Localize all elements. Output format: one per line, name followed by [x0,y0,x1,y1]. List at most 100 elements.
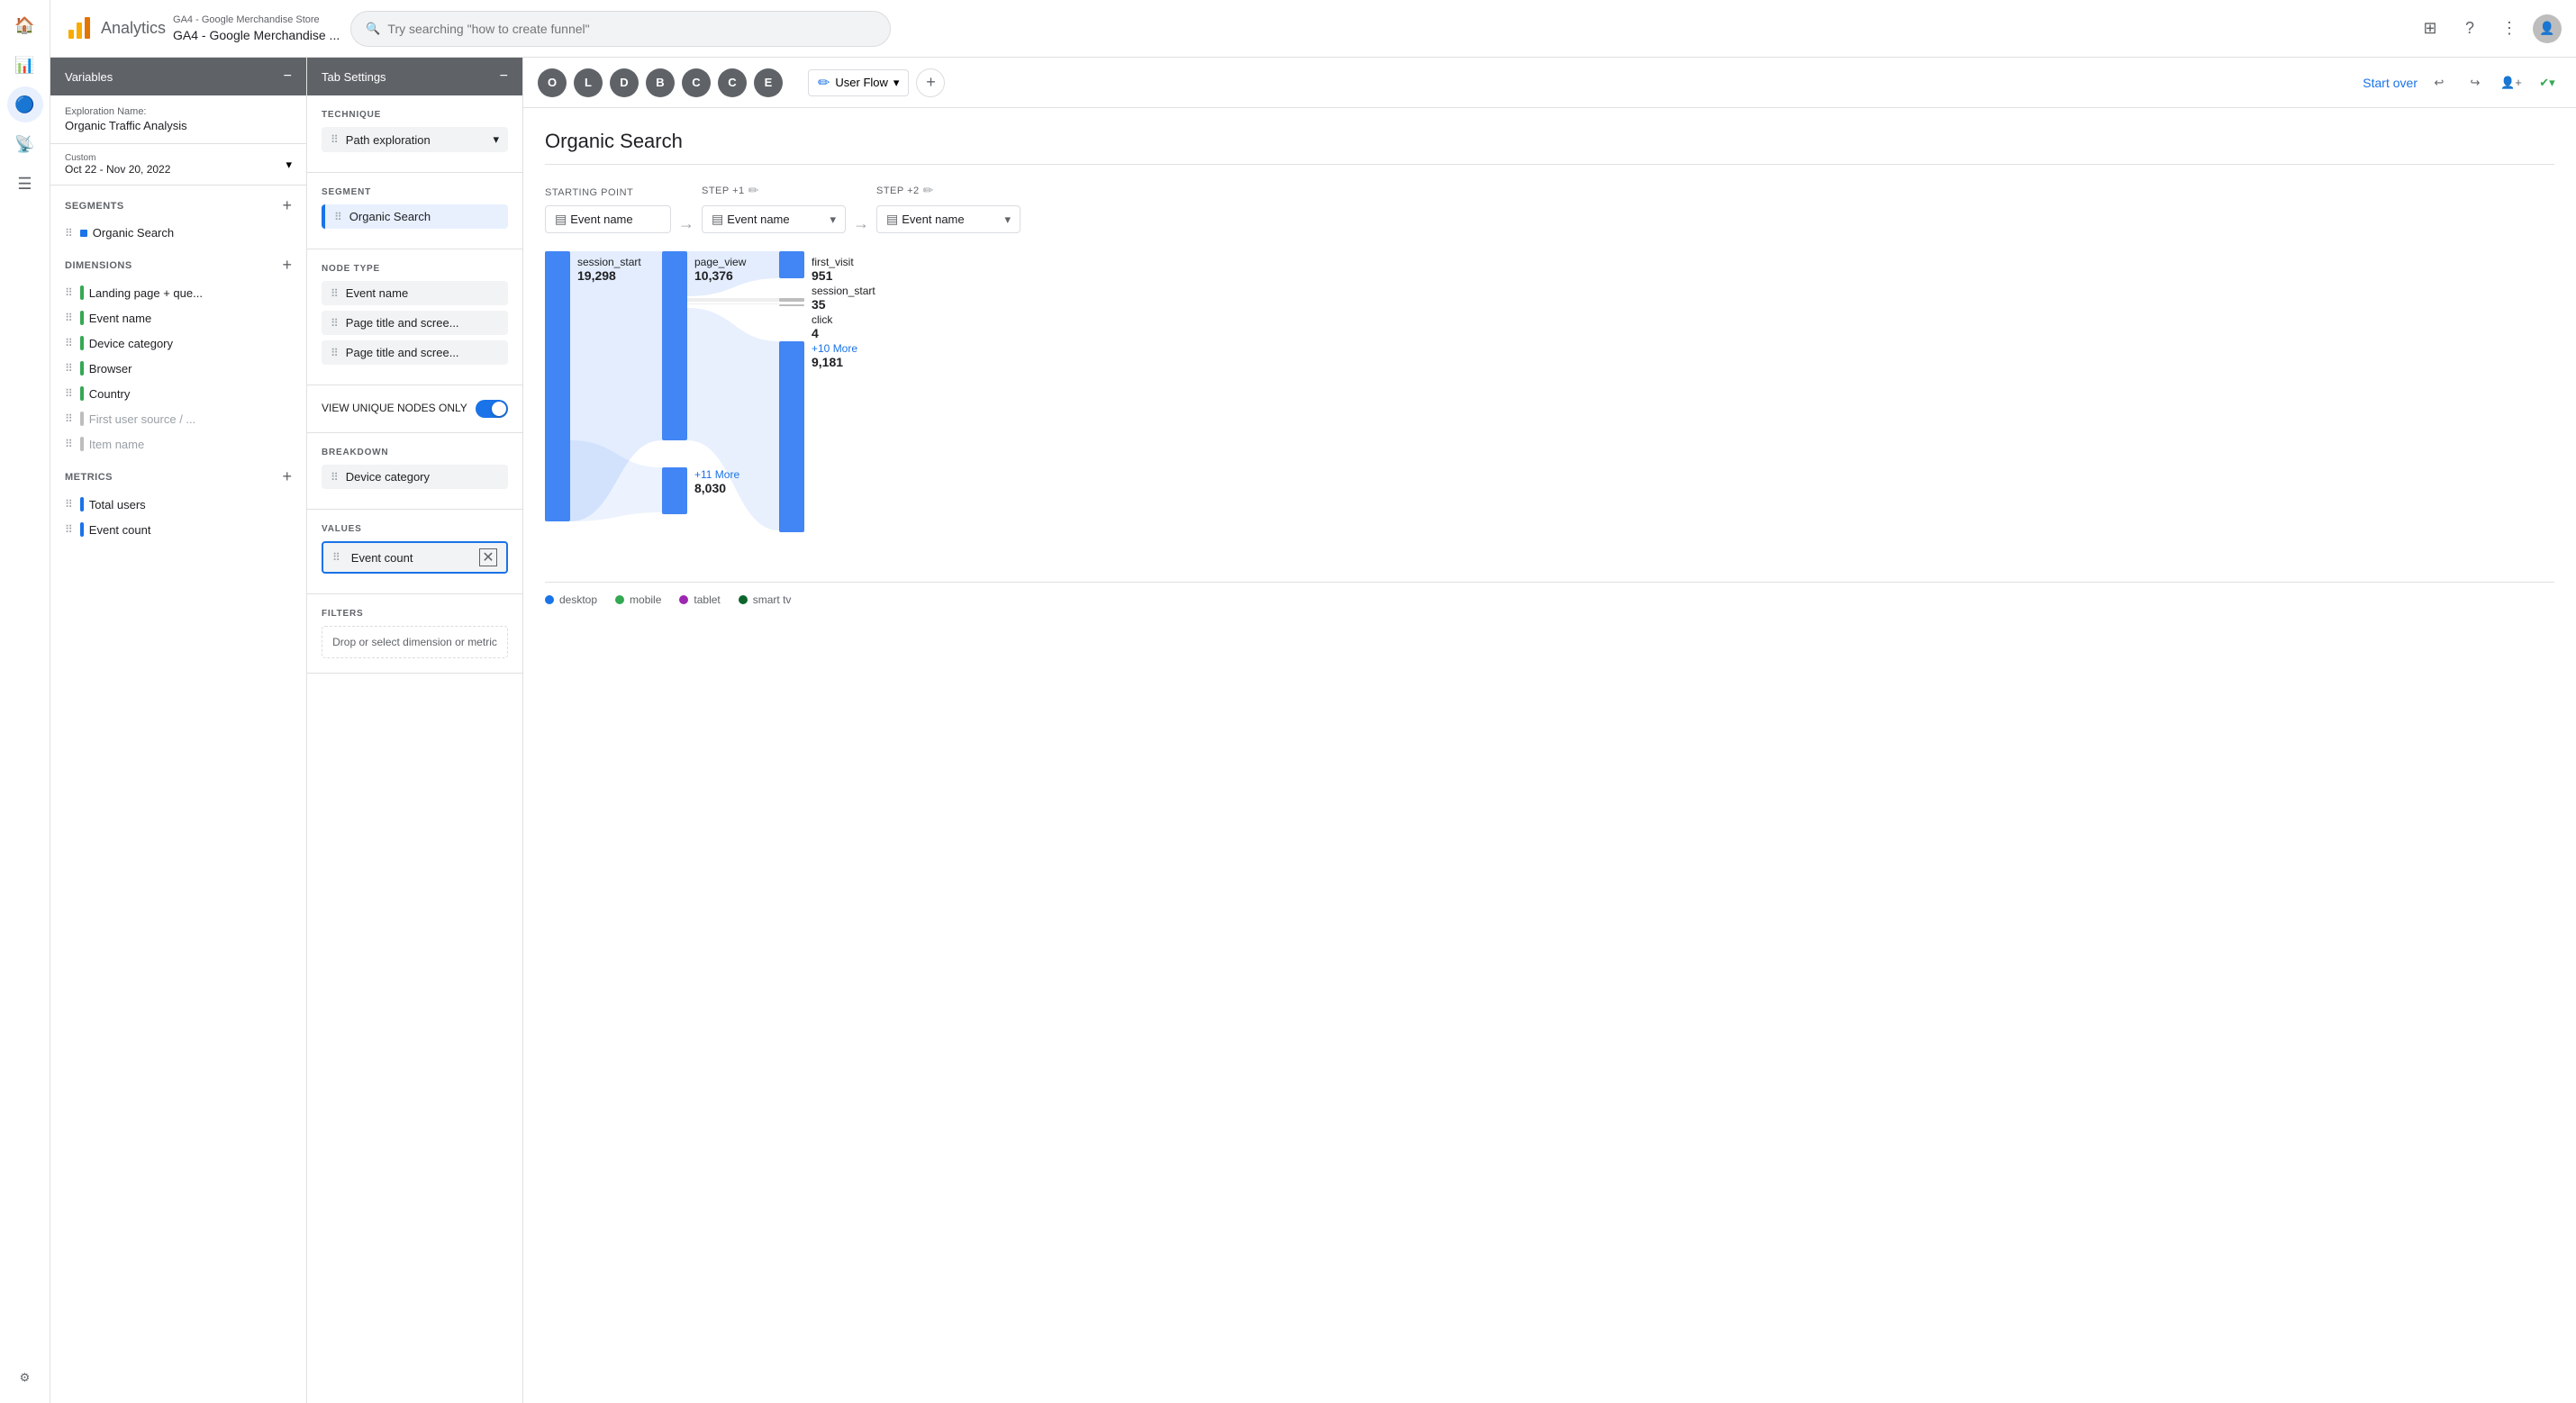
nav-reports-icon[interactable]: 📊 [7,47,43,83]
nav-lists-icon[interactable]: ☰ [7,166,43,202]
metric-event-count[interactable]: ⠿ Event count [50,517,306,542]
dimension-name: Country [89,387,131,401]
add-tab-button[interactable]: + [916,68,945,97]
view-unique-toggle[interactable] [476,400,508,418]
segments-add-icon[interactable]: + [282,196,292,215]
legend-dot-tablet [679,595,688,604]
collab-avatar-L[interactable]: L [574,68,603,97]
step1-edit-icon[interactable]: ✏ [748,183,759,198]
step1-bar-pageview[interactable] [662,251,687,440]
dimension-item-name[interactable]: ⠿ Item name [50,431,306,457]
node-type-page-title-2[interactable]: ⠿ Page title and scree... [322,340,508,365]
dimensions-add-icon[interactable]: + [282,256,292,275]
selector-icon: ▤ [555,212,567,227]
collab-avatar-C2[interactable]: C [718,68,747,97]
step1-label-more[interactable]: +11 More [694,468,739,481]
search-input[interactable] [387,22,875,36]
exploration-name-section: Exploration Name: Organic Traffic Analys… [50,95,306,144]
step1-dropdown-icon: ▾ [830,213,836,227]
metric-color-bar [80,497,84,511]
collab-avatar-D[interactable]: D [610,68,639,97]
segment-organic-search[interactable]: ⠿ Organic Search [50,221,306,245]
view-unique-label: VIEW UNIQUE NODES ONLY [322,402,467,416]
metrics-add-icon[interactable]: + [282,467,292,486]
chart-legend: desktop mobile tablet smart tv [545,582,2554,606]
dimension-country[interactable]: ⠿ Country [50,381,306,406]
technique-section: TECHNIQUE ⠿ Path exploration ▾ [307,95,522,173]
metrics-title: METRICS [65,472,113,483]
tab-name-selector[interactable]: ✏ User Flow ▾ [808,69,909,96]
step1-selector-label: Event name [727,213,789,226]
user-avatar[interactable]: 👤 [2533,14,2562,43]
tab-settings-minimize-icon[interactable]: − [500,68,508,85]
redo-icon[interactable]: ↪ [2461,68,2490,97]
variables-minimize-icon[interactable]: − [284,68,292,85]
undo-icon[interactable]: ↩ [2425,68,2454,97]
collab-avatar-C1[interactable]: C [682,68,711,97]
legend-label-mobile: mobile [630,593,661,606]
drag-handle-icon: ⠿ [65,286,73,299]
drag-handle-icon: ⠿ [65,523,73,536]
filters-drop-area[interactable]: Drop or select dimension or metric [322,626,508,658]
technique-dropdown[interactable]: ⠿ Path exploration ▾ [322,127,508,152]
dimension-landing-page[interactable]: ⠿ Landing page + que... [50,280,306,305]
tab-name-label: User Flow [835,76,888,89]
help-icon[interactable]: ? [2454,13,2486,45]
dimension-first-user-source[interactable]: ⠿ First user source / ... [50,406,306,431]
nav-home-icon[interactable]: 🏠 [7,7,43,43]
step2-selector[interactable]: ▤ Event name ▾ [876,205,1020,233]
add-user-icon[interactable]: 👤+ [2497,68,2526,97]
drag-handle-icon: ⠿ [331,133,339,146]
metric-name: Event count [89,523,151,537]
value-event-count-chip[interactable]: ⠿ Event count ✕ [322,541,508,574]
step2-label-more[interactable]: +10 More [812,342,857,355]
starting-point-label: STARTING POINT [545,187,633,198]
legend-dot-desktop [545,595,554,604]
nav-explore-icon[interactable]: 🔵 [7,86,43,122]
save-status-icon[interactable]: ✔▾ [2533,68,2562,97]
step2-bar-click[interactable] [779,304,804,306]
dimension-device-category[interactable]: ⠿ Device category [50,330,306,356]
tab-dropdown-icon: ▾ [893,76,900,90]
more-options-icon[interactable]: ⋮ [2493,13,2526,45]
step1-bar-more[interactable] [662,467,687,514]
dimension-event-name[interactable]: ⠿ Event name [50,305,306,330]
starting-point-selector[interactable]: ▤ Event name [545,205,671,233]
tab-settings-header: Tab Settings − [307,58,522,95]
flow-path-2c [687,303,779,304]
technique-dropdown-icon: ▾ [493,132,499,147]
dimensions-title: DIMENSIONS [65,260,132,271]
dimension-browser[interactable]: ⠿ Browser [50,356,306,381]
node-type-event-name[interactable]: ⠿ Event name [322,281,508,305]
apps-grid-icon[interactable]: ⊞ [2414,13,2446,45]
step1-column: STEP +1 ✏ ▤ Event name ▾ [702,183,846,233]
drag-handle-icon: ⠿ [331,347,339,359]
step2-column: STEP +2 ✏ ▤ Event name ▾ [876,183,1020,233]
property-name: GA4 - Google Merchandise ... [173,27,340,43]
nav-settings-icon[interactable]: ⚙ [7,1360,43,1396]
collab-avatar-O[interactable]: O [538,68,567,97]
collab-avatar-E[interactable]: E [754,68,783,97]
step2-bar-firstvisit[interactable] [779,251,804,278]
step2-bar-more[interactable] [779,341,804,532]
value-chip-close-icon[interactable]: ✕ [479,548,497,566]
metric-total-users[interactable]: ⠿ Total users [50,492,306,517]
step2-bar-sessionstart[interactable] [779,298,804,302]
step2-edit-icon[interactable]: ✏ [923,183,934,198]
collab-avatar-B[interactable]: B [646,68,675,97]
edit-tab-icon: ✏ [818,74,830,92]
segment-chip[interactable]: ⠿ Organic Search [322,204,508,229]
start-bar[interactable] [545,251,570,521]
exploration-label: Exploration Name: [65,106,292,117]
start-over-button[interactable]: Start over [2363,76,2417,90]
search-bar[interactable]: 🔍 [350,11,891,47]
date-range-picker[interactable]: Custom Oct 22 - Nov 20, 2022 ▾ [50,144,306,186]
values-label: VALUES [322,524,508,534]
step1-selector[interactable]: ▤ Event name ▾ [702,205,846,233]
breakdown-chip[interactable]: ⠿ Device category [322,465,508,489]
drag-handle-icon: ⠿ [65,337,73,349]
tab-settings-title: Tab Settings [322,70,386,84]
nav-advertising-icon[interactable]: 📡 [7,126,43,162]
step2-value-click: 4 [812,326,819,340]
node-type-page-title-1[interactable]: ⠿ Page title and scree... [322,311,508,335]
